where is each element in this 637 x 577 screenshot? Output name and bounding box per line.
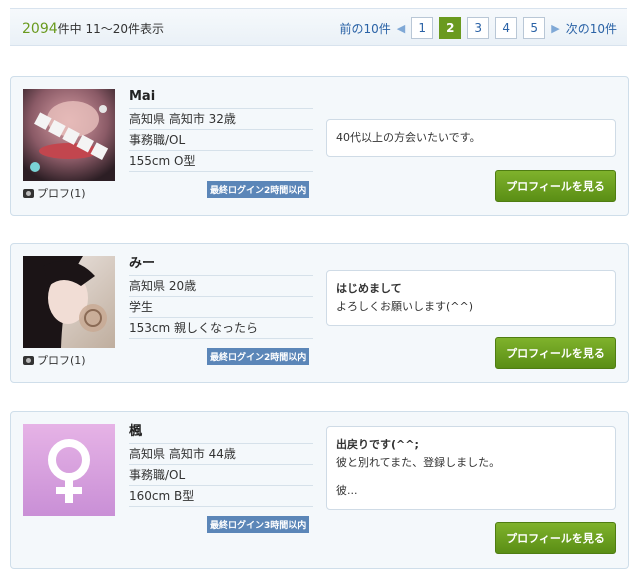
page-2-current: 2 (439, 17, 462, 39)
profile-message: 出戻りです(^^; 彼と別れてまた、登録しました。 彼... (326, 426, 616, 510)
profile-card: プロフ(1) Mai 高知県 高知市 32歳 事務職/OL 155cm O型 最… (10, 76, 629, 216)
profile-name[interactable]: みー (129, 252, 313, 276)
photo-count-label: プロフ(1) (37, 354, 86, 367)
profile-info: 楓 高知県 高知市 44歳 事務職/OL 160cm B型 (129, 420, 313, 507)
page-5[interactable]: 5 (523, 17, 546, 39)
profile-height-blood: 160cm B型 (129, 486, 313, 507)
profile-occupation: 事務職/OL (129, 465, 313, 486)
result-total: 2094 (22, 21, 58, 37)
view-profile-button[interactable]: プロフィールを見る (495, 170, 616, 202)
arrow-right-icon[interactable]: ▶ (551, 22, 559, 35)
profile-info: みー 高知県 20歳 学生 153cm 親しくなったら (129, 252, 313, 339)
login-badge: 最終ログイン2時間以内 (207, 181, 310, 198)
profile-photo[interactable] (23, 89, 115, 181)
profile-occupation: 事務職/OL (129, 130, 313, 151)
message-title: 出戻りです(^^; (336, 438, 419, 451)
login-badge: 最終ログイン3時間以内 (207, 516, 310, 533)
profile-location-age: 高知県 高知市 44歳 (129, 444, 313, 465)
message-line: 40代以上の方会いたいです。 (336, 131, 481, 144)
profile-height-blood: 155cm O型 (129, 151, 313, 172)
pagination: 前の10件 ◀ 1 2 3 4 5 ▶ 次の10件 (340, 16, 617, 40)
prev-page-link[interactable]: 前の10件 (340, 20, 391, 37)
message-line: 彼... (336, 484, 358, 497)
page-4[interactable]: 4 (495, 17, 518, 39)
view-profile-button[interactable]: プロフィールを見る (495, 522, 616, 554)
page-3[interactable]: 3 (467, 17, 490, 39)
profile-location-age: 高知県 高知市 32歳 (129, 109, 313, 130)
camera-icon (23, 189, 34, 198)
result-range: 件中 11～20件表示 (57, 22, 164, 36)
photo-count[interactable]: プロフ(1) (23, 352, 86, 368)
profile-info: Mai 高知県 高知市 32歳 事務職/OL 155cm O型 (129, 85, 313, 172)
profile-card: プロフ(1) みー 高知県 20歳 学生 153cm 親しくなったら 最終ログイ… (10, 243, 629, 383)
profile-height-blood: 153cm 親しくなったら (129, 318, 313, 339)
profile-location-age: 高知県 20歳 (129, 276, 313, 297)
female-symbol-icon (48, 439, 90, 503)
profile-name[interactable]: 楓 (129, 420, 313, 444)
results-header: 2094件中 11～20件表示 前の10件 ◀ 1 2 3 4 5 ▶ 次の10… (10, 8, 627, 46)
photo-count-label: プロフ(1) (37, 187, 86, 200)
profile-photo-placeholder[interactable] (23, 424, 115, 516)
profile-card: 楓 高知県 高知市 44歳 事務職/OL 160cm B型 最終ログイン3時間以… (10, 411, 629, 569)
profile-message: はじめまして よろしくお願いします(^^) (326, 270, 616, 326)
arrow-left-icon[interactable]: ◀ (397, 22, 405, 35)
result-count: 2094件中 11～20件表示 (22, 20, 164, 37)
message-line: よろしくお願いします(^^) (336, 300, 474, 313)
login-badge: 最終ログイン2時間以内 (207, 348, 310, 365)
message-title: はじめまして (336, 282, 402, 295)
page-1[interactable]: 1 (411, 17, 434, 39)
camera-icon (23, 356, 34, 365)
photo-count[interactable]: プロフ(1) (23, 185, 86, 201)
profile-message: 40代以上の方会いたいです。 (326, 119, 616, 157)
next-page-link[interactable]: 次の10件 (566, 20, 617, 37)
view-profile-button[interactable]: プロフィールを見る (495, 337, 616, 369)
profile-photo[interactable] (23, 256, 115, 348)
profile-name[interactable]: Mai (129, 85, 313, 109)
profile-occupation: 学生 (129, 297, 313, 318)
message-line: 彼と別れてまた、登録しました。 (336, 456, 501, 469)
